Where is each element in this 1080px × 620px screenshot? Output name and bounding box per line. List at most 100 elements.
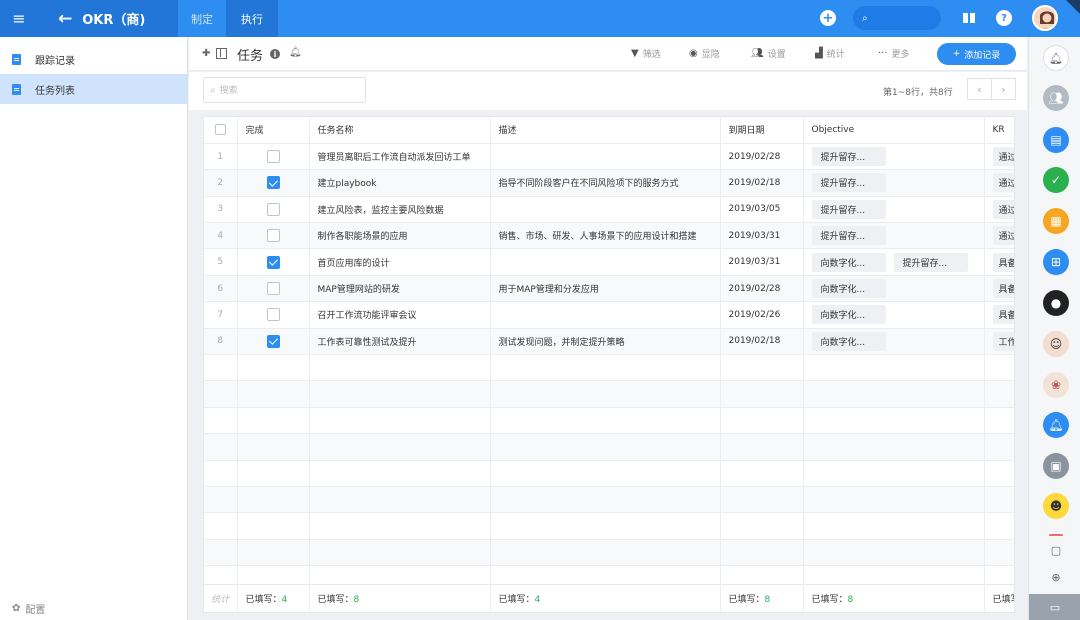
- table-row[interactable]: 1 管理员离职后工作流自动派发回访工单 2019/02/28 提升留存... 通过: [204, 143, 1014, 171]
- column-header[interactable]: Objective: [803, 117, 985, 144]
- table-row[interactable]: 6 MAP管理网站的研发 用于MAP管理和分发应用 2019/02/28 向数字化...…: [204, 275, 1014, 303]
- objective-cell[interactable]: 向数字化... 提升留存...: [803, 248, 985, 276]
- done-checkbox[interactable]: [266, 308, 280, 322]
- due-date-cell[interactable]: 2019/02/26: [720, 301, 804, 329]
- objective-cell[interactable]: 提升留存...: [803, 222, 985, 250]
- panel-icon[interactable]: [216, 48, 227, 59]
- done-cell[interactable]: [237, 328, 310, 356]
- column-header[interactable]: 描述: [490, 117, 721, 144]
- description-cell[interactable]: 用于MAP管理和分发应用: [490, 275, 721, 303]
- info-icon[interactable]: i: [270, 49, 280, 59]
- contact-avatar[interactable]: ☺: [1043, 331, 1069, 357]
- task-name-cell[interactable]: 制作各职能场景的应用: [309, 222, 491, 250]
- select-all-checkbox[interactable]: [204, 117, 238, 144]
- group-avatar[interactable]: ❀: [1043, 372, 1069, 398]
- task-name-cell[interactable]: MAP管理网站的研发: [309, 275, 491, 303]
- sidebar-item-task-list[interactable]: 任务列表: [0, 74, 187, 104]
- prev-page-button[interactable]: ‹: [967, 78, 992, 100]
- kr-tag[interactable]: 通过: [992, 199, 1014, 219]
- due-date-cell[interactable]: 2019/03/05: [720, 196, 804, 224]
- chat-icon[interactable]: ▤: [1043, 127, 1069, 153]
- back-button[interactable]: ← OKR（商): [38, 0, 178, 37]
- kr-cell[interactable]: 通过: [984, 169, 1014, 197]
- done-cell[interactable]: [237, 275, 310, 303]
- done-checkbox[interactable]: [266, 255, 280, 269]
- kr-tag[interactable]: 通过: [992, 226, 1014, 246]
- contacts-icon[interactable]: 👥︎: [1043, 85, 1069, 111]
- objective-tag[interactable]: 提升留存...: [811, 173, 886, 193]
- kr-cell[interactable]: 具备: [984, 301, 1014, 329]
- stats-button[interactable]: ▟ 统计: [815, 47, 845, 60]
- kr-cell[interactable]: 通过: [984, 196, 1014, 224]
- done-checkbox[interactable]: [266, 176, 280, 190]
- description-cell[interactable]: [490, 301, 721, 329]
- done-cell[interactable]: [237, 169, 310, 197]
- global-search[interactable]: ⌕: [853, 6, 941, 30]
- done-cell[interactable]: [237, 222, 310, 250]
- next-page-button[interactable]: ›: [991, 78, 1016, 100]
- bell-icon[interactable]: 🔔︎: [289, 47, 302, 58]
- table-search-input[interactable]: [219, 85, 350, 95]
- due-date-cell[interactable]: 2019/02/28: [720, 143, 804, 171]
- done-cell[interactable]: [237, 248, 310, 276]
- done-cell[interactable]: [237, 196, 310, 224]
- column-header[interactable]: KR: [984, 117, 1014, 144]
- filter-button[interactable]: ▼ 筛选: [631, 47, 661, 60]
- task-name-cell[interactable]: 工作表可靠性测试及提升: [309, 328, 491, 356]
- display-button[interactable]: ◉ 显隐: [689, 47, 720, 60]
- kr-tag[interactable]: 通过: [992, 147, 1014, 167]
- objective-tag[interactable]: 提升留存...: [893, 252, 968, 272]
- table-search[interactable]: ⌕: [203, 77, 366, 103]
- due-date-cell[interactable]: 2019/03/31: [720, 248, 804, 276]
- objective-tag[interactable]: 提升留存...: [811, 226, 886, 246]
- table-row[interactable]: 3 建立风险表，监控主要风险数据 2019/03/05 提升留存... 通过: [204, 196, 1014, 224]
- done-checkbox[interactable]: [266, 282, 280, 296]
- kr-tag[interactable]: 具备: [992, 279, 1014, 299]
- objective-cell[interactable]: 提升留存...: [803, 169, 985, 197]
- objective-cell[interactable]: 提升留存...: [803, 196, 985, 224]
- objective-tag[interactable]: 向数字化...: [811, 252, 886, 272]
- done-checkbox[interactable]: [266, 150, 280, 164]
- menu-icon[interactable]: ≡: [0, 0, 38, 37]
- task-name-cell[interactable]: 召开工作流功能评审会议: [309, 301, 491, 329]
- done-checkbox[interactable]: [266, 229, 280, 243]
- user-avatar[interactable]: [1032, 5, 1058, 31]
- tab-plan[interactable]: 制定: [178, 0, 226, 37]
- done-cell[interactable]: [237, 143, 310, 171]
- kr-cell[interactable]: 具备: [984, 248, 1014, 276]
- org-chart-icon[interactable]: ⊞: [1043, 249, 1069, 275]
- add-record-button[interactable]: + 添加记录: [937, 43, 1016, 65]
- objective-cell[interactable]: 向数字化...: [803, 275, 985, 303]
- kr-cell[interactable]: 工作: [984, 328, 1014, 356]
- objective-tag[interactable]: 向数字化...: [811, 305, 886, 325]
- tab-execute[interactable]: 执行: [226, 0, 278, 37]
- table-row[interactable]: 2 建立playbook 指导不同阶段客户在不同风险项下的服务方式 2019/02/1…: [204, 169, 1014, 197]
- kr-cell[interactable]: 具备: [984, 275, 1014, 303]
- kr-tag[interactable]: 具备: [992, 252, 1014, 272]
- briefcase-icon[interactable]: ▣: [1043, 453, 1069, 479]
- kr-cell[interactable]: 通过: [984, 143, 1014, 171]
- global-search-input[interactable]: [871, 12, 932, 24]
- table-row[interactable]: 8 工作表可靠性测试及提升 测试发现问题，并制定提升策略 2019/02/18 向数字化…: [204, 328, 1014, 356]
- objective-tag[interactable]: 向数字化...: [811, 331, 886, 351]
- done-checkbox[interactable]: [266, 334, 280, 348]
- due-date-cell[interactable]: 2019/02/28: [720, 275, 804, 303]
- objective-cell[interactable]: 向数字化...: [803, 328, 985, 356]
- column-header[interactable]: 完成: [237, 117, 310, 144]
- description-cell[interactable]: [490, 143, 721, 171]
- contact-avatar[interactable]: ●: [1043, 290, 1069, 316]
- task-name-cell[interactable]: 首页应用库的设计: [309, 248, 491, 276]
- task-name-cell[interactable]: 建立风险表，监控主要风险数据: [309, 196, 491, 224]
- due-date-cell[interactable]: 2019/02/18: [720, 169, 804, 197]
- description-cell[interactable]: [490, 248, 721, 276]
- bell-app-icon[interactable]: 🔔︎: [1043, 412, 1069, 438]
- task-name-cell[interactable]: 管理员离职后工作流自动派发回访工单: [309, 143, 491, 171]
- objective-cell[interactable]: 向数字化...: [803, 301, 985, 329]
- description-cell[interactable]: 销售、市场、研发、人事场景下的应用设计和搭建: [490, 222, 721, 250]
- column-header[interactable]: 到期日期: [720, 117, 804, 144]
- description-cell[interactable]: 测试发现问题，并制定提升策略: [490, 328, 721, 356]
- column-header[interactable]: 任务名称: [309, 117, 491, 144]
- objective-cell[interactable]: 提升留存...: [803, 143, 985, 171]
- help-icon[interactable]: ?: [996, 10, 1012, 26]
- done-checkbox[interactable]: [266, 202, 280, 216]
